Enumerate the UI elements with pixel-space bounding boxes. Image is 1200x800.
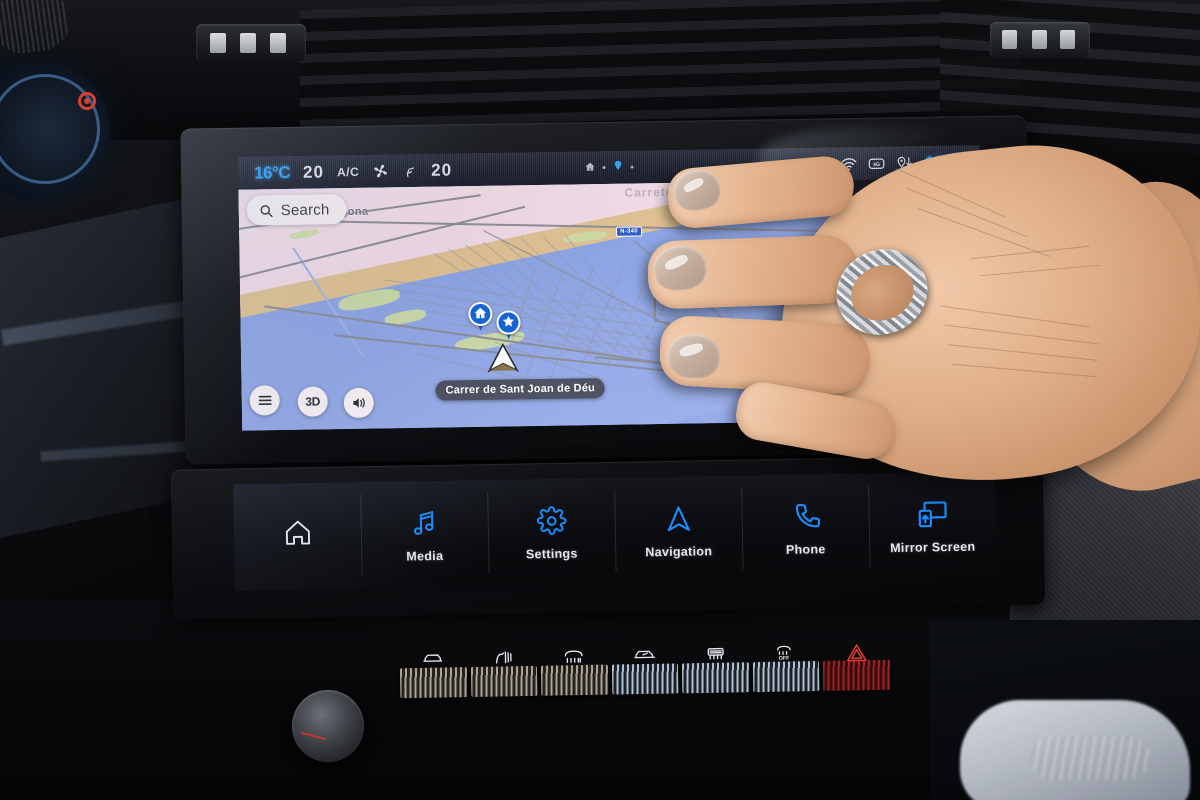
taskbar-mirror-screen-label: Mirror Screen bbox=[890, 539, 976, 555]
home-icon bbox=[282, 515, 313, 550]
vent-control-switch-left[interactable] bbox=[196, 24, 306, 62]
taskbar-home[interactable] bbox=[233, 482, 362, 590]
vent-control-switch-right[interactable] bbox=[990, 22, 1090, 58]
rear-defrost-icon bbox=[704, 646, 726, 666]
taskbar-settings[interactable]: Settings bbox=[487, 478, 616, 586]
climate-button-row: OFF bbox=[399, 644, 891, 701]
hazard-triangle-icon bbox=[845, 643, 867, 667]
hand bbox=[640, 120, 1200, 540]
music-note-icon bbox=[409, 505, 440, 540]
air-vent-slats bbox=[300, 0, 1020, 131]
gear-icon bbox=[536, 503, 567, 538]
taskbar-phone-label: Phone bbox=[785, 541, 826, 557]
taskbar-media[interactable]: Media bbox=[360, 480, 489, 588]
car-infotainment-photo: 16°C 20 A/C bbox=[0, 0, 1200, 800]
taskbar-navigation-label: Navigation bbox=[645, 543, 713, 559]
svg-text:OFF: OFF bbox=[779, 656, 791, 661]
air-recirculation-icon bbox=[633, 647, 657, 666]
taskbar-media-label: Media bbox=[406, 548, 444, 564]
recirculation-button[interactable] bbox=[611, 650, 679, 695]
hazard-button[interactable] bbox=[823, 644, 891, 691]
airflow-button[interactable] bbox=[470, 651, 538, 698]
shoe bbox=[960, 700, 1190, 800]
fingernail bbox=[667, 333, 721, 379]
defrost-off-icon: OFF bbox=[774, 644, 798, 665]
windshield-defrost-button[interactable] bbox=[541, 650, 609, 696]
taskbar-settings-label: Settings bbox=[525, 546, 578, 561]
rear-defrost-button[interactable] bbox=[682, 647, 750, 694]
airflow-seat-icon bbox=[492, 649, 514, 670]
front-defrost-icon bbox=[563, 648, 585, 668]
climate-button[interactable] bbox=[399, 654, 467, 699]
brake-warning-icon bbox=[78, 92, 96, 110]
car-climate-icon bbox=[422, 651, 444, 670]
auto-off-button[interactable]: OFF bbox=[752, 645, 820, 693]
